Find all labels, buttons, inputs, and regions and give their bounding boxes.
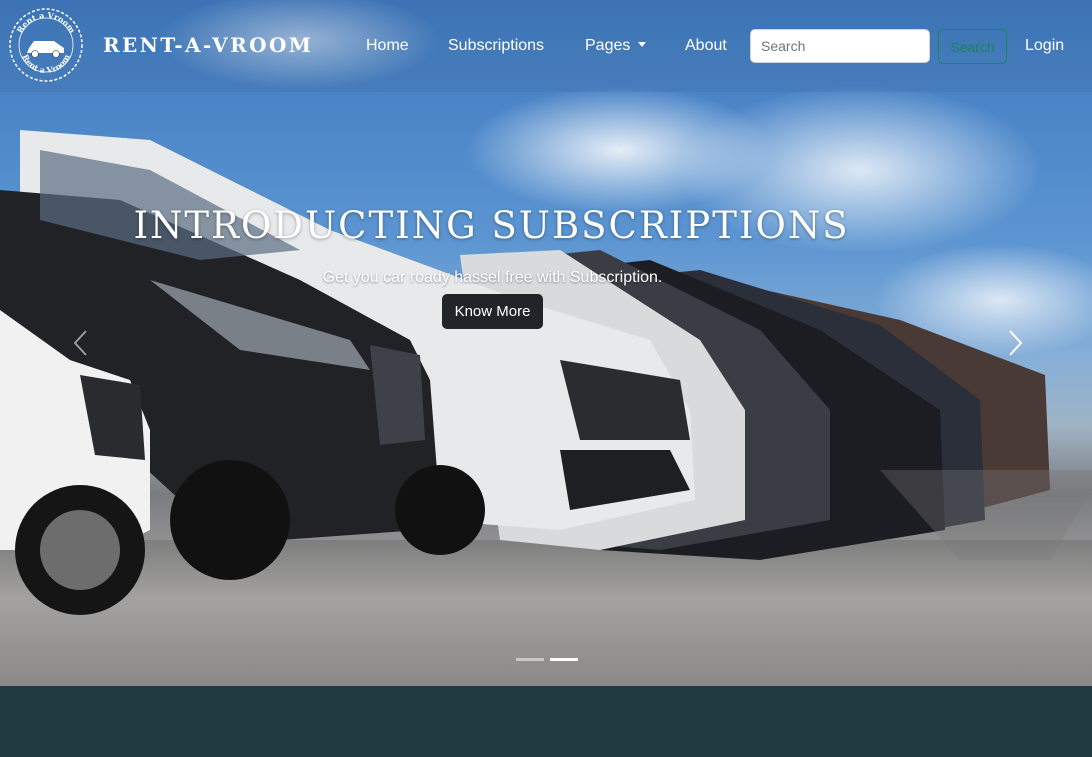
section-band (0, 686, 1092, 757)
login-link[interactable]: Login (1025, 37, 1064, 55)
carousel-indicator-1[interactable] (516, 658, 544, 661)
nav-pages-label: Pages (585, 37, 631, 54)
logo-text-top: Rent a Vroom (14, 10, 77, 35)
nav-about[interactable]: About (685, 37, 727, 55)
navbar: Rent a Vroom Rent a Vroom RENT-A-VROOM H… (0, 0, 1092, 92)
svg-text:Rent a Vroom: Rent a Vroom (20, 52, 72, 75)
svg-text:Rent a Vroom: Rent a Vroom (14, 10, 77, 35)
logo-icon[interactable]: Rent a Vroom Rent a Vroom (9, 8, 83, 82)
logo-text-bottom: Rent a Vroom (20, 52, 72, 75)
nav-subscriptions[interactable]: Subscriptions (448, 37, 544, 55)
brand-name[interactable]: RENT-A-VROOM (103, 33, 313, 57)
carousel-title: INTRODUCTING SUBSCRIPTIONS (133, 204, 850, 247)
hero-carousel: Rent a Vroom Rent a Vroom RENT-A-VROOM H… (0, 0, 1092, 686)
search-button[interactable]: Search (938, 29, 1007, 64)
search-input[interactable] (750, 29, 930, 63)
carousel-next-icon[interactable] (1000, 327, 1030, 359)
decorative-shape (880, 470, 1092, 560)
carousel-indicator-2[interactable] (550, 658, 578, 661)
know-more-button[interactable]: Know More (442, 294, 543, 329)
carousel-subtitle: Get you car roady hassel free with Subsc… (322, 269, 663, 286)
nav-home[interactable]: Home (366, 37, 409, 55)
carousel-prev-icon[interactable] (66, 327, 96, 359)
nav-pages-dropdown[interactable]: Pages (585, 37, 647, 55)
chevron-down-icon (638, 42, 647, 47)
